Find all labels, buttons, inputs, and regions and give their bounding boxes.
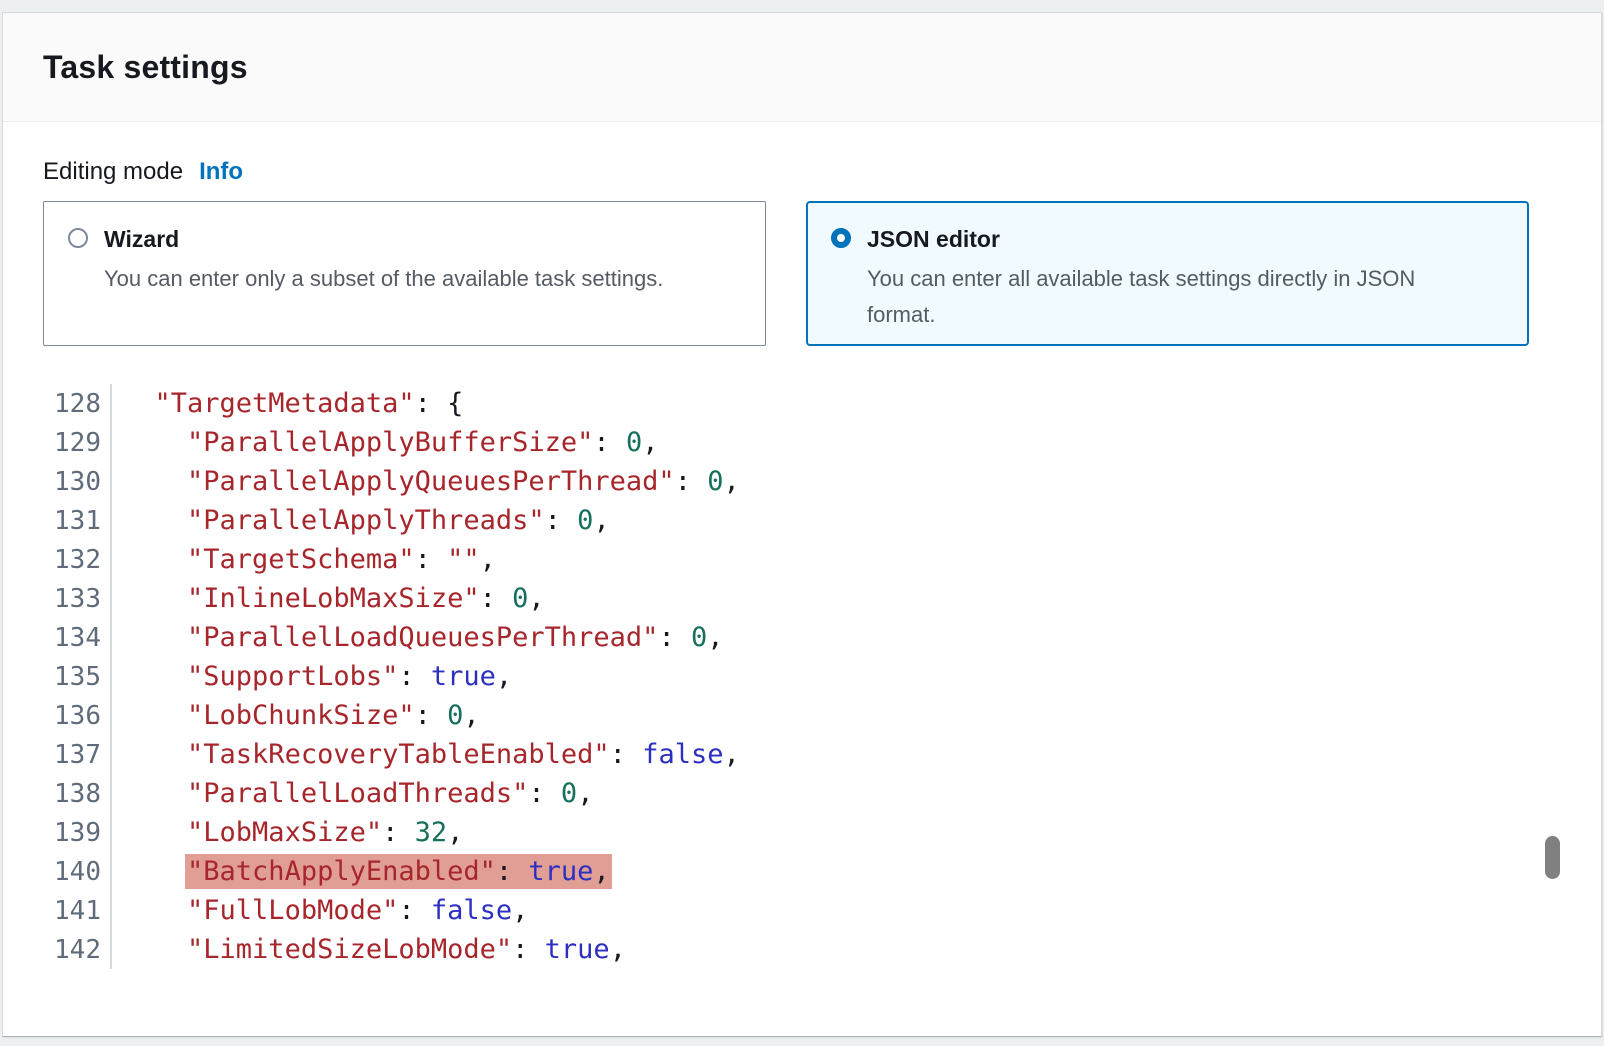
tile-json-editor-label: JSON editor: [867, 224, 1479, 254]
code-line-text: "ParallelApplyBufferSize": 0,: [110, 423, 658, 462]
code-line[interactable]: 136 "LobChunkSize": 0,: [43, 696, 1561, 735]
code-line-text: "LobMaxSize": 32,: [110, 813, 463, 852]
line-number: 134: [43, 623, 101, 653]
panel-body: Editing mode Info Wizard You can enter o…: [3, 158, 1601, 991]
line-number: 139: [43, 818, 101, 848]
tile-json-editor[interactable]: JSON editor You can enter all available …: [806, 201, 1529, 346]
code-line-text: "LobChunkSize": 0,: [110, 696, 480, 735]
code-line-text: "TargetMetadata": {: [110, 384, 463, 423]
code-line-text: "ParallelLoadThreads": 0,: [110, 774, 593, 813]
code-line[interactable]: 128 "TargetMetadata": {: [43, 384, 1561, 423]
code-line[interactable]: 133 "InlineLobMaxSize": 0,: [43, 579, 1561, 618]
line-number: 136: [43, 701, 101, 731]
code-editor[interactable]: 128 "TargetMetadata": {129 "ParallelAppl…: [43, 384, 1561, 991]
radio-wizard-unselected-icon[interactable]: [68, 228, 88, 248]
code-line[interactable]: 140 "BatchApplyEnabled": true,: [43, 852, 1561, 891]
code-line[interactable]: 139 "LobMaxSize": 32,: [43, 813, 1561, 852]
panel-header: Task settings: [3, 13, 1601, 122]
code-line[interactable]: 141 "FullLobMode": false,: [43, 891, 1561, 930]
code-line-text: "LimitedSizeLobMode": true,: [110, 930, 626, 969]
code-line-stub: [43, 969, 1561, 991]
code-line[interactable]: 137 "TaskRecoveryTableEnabled": false,: [43, 735, 1561, 774]
code-line-text: "TaskRecoveryTableEnabled": false,: [110, 735, 740, 774]
line-number: 128: [43, 389, 101, 419]
code-line-text: "TargetSchema": "",: [110, 540, 496, 579]
code-line[interactable]: 131 "ParallelApplyThreads": 0,: [43, 501, 1561, 540]
code-line[interactable]: 134 "ParallelLoadQueuesPerThread": 0,: [43, 618, 1561, 657]
radio-json-editor-selected-icon[interactable]: [831, 228, 851, 248]
tile-json-editor-description: You can enter all available task setting…: [867, 261, 1479, 333]
code-line[interactable]: 138 "ParallelLoadThreads": 0,: [43, 774, 1561, 813]
line-number: 138: [43, 779, 101, 809]
code-line[interactable]: 135 "SupportLobs": true,: [43, 657, 1561, 696]
tile-wizard-text: Wizard You can enter only a subset of th…: [104, 224, 663, 297]
task-settings-panel: Task settings Editing mode Info Wizard Y…: [2, 12, 1602, 1037]
line-number: 129: [43, 428, 101, 458]
code-line[interactable]: 132 "TargetSchema": "",: [43, 540, 1561, 579]
line-number: 131: [43, 506, 101, 536]
editing-mode-label: Editing mode: [43, 158, 183, 186]
highlighted-code: "BatchApplyEnabled": true,: [187, 856, 610, 887]
code-line[interactable]: 142 "LimitedSizeLobMode": true,: [43, 930, 1561, 969]
code-line-text: "ParallelApplyQueuesPerThread": 0,: [110, 462, 740, 501]
code-line[interactable]: 129 "ParallelApplyBufferSize": 0,: [43, 423, 1561, 462]
code-line-text: "BatchApplyEnabled": true,: [110, 852, 610, 891]
code-line-text: "InlineLobMaxSize": 0,: [110, 579, 545, 618]
panel-title: Task settings: [43, 49, 248, 86]
editing-mode-row: Editing mode Info: [43, 158, 1561, 186]
line-number: 132: [43, 545, 101, 575]
line-number: 135: [43, 662, 101, 692]
code-line-text: "SupportLobs": true,: [110, 657, 512, 696]
line-number: 137: [43, 740, 101, 770]
info-link[interactable]: Info: [199, 158, 243, 186]
code-line-text: "ParallelLoadQueuesPerThread": 0,: [110, 618, 723, 657]
code-line-text: "FullLobMode": false,: [110, 891, 528, 930]
code-line[interactable]: 130 "ParallelApplyQueuesPerThread": 0,: [43, 462, 1561, 501]
tile-wizard-label: Wizard: [104, 224, 663, 254]
line-number: 141: [43, 896, 101, 926]
scrollbar-thumb[interactable]: [1545, 836, 1560, 879]
editing-mode-tiles: Wizard You can enter only a subset of th…: [43, 201, 1561, 346]
line-number: 140: [43, 857, 101, 887]
tile-json-editor-text: JSON editor You can enter all available …: [867, 224, 1479, 333]
line-number: 142: [43, 935, 101, 965]
line-number: 133: [43, 584, 101, 614]
tile-wizard-description: You can enter only a subset of the avail…: [104, 261, 663, 297]
line-number: 130: [43, 467, 101, 497]
code-line-text: "ParallelApplyThreads": 0,: [110, 501, 610, 540]
tile-wizard[interactable]: Wizard You can enter only a subset of th…: [43, 201, 766, 346]
